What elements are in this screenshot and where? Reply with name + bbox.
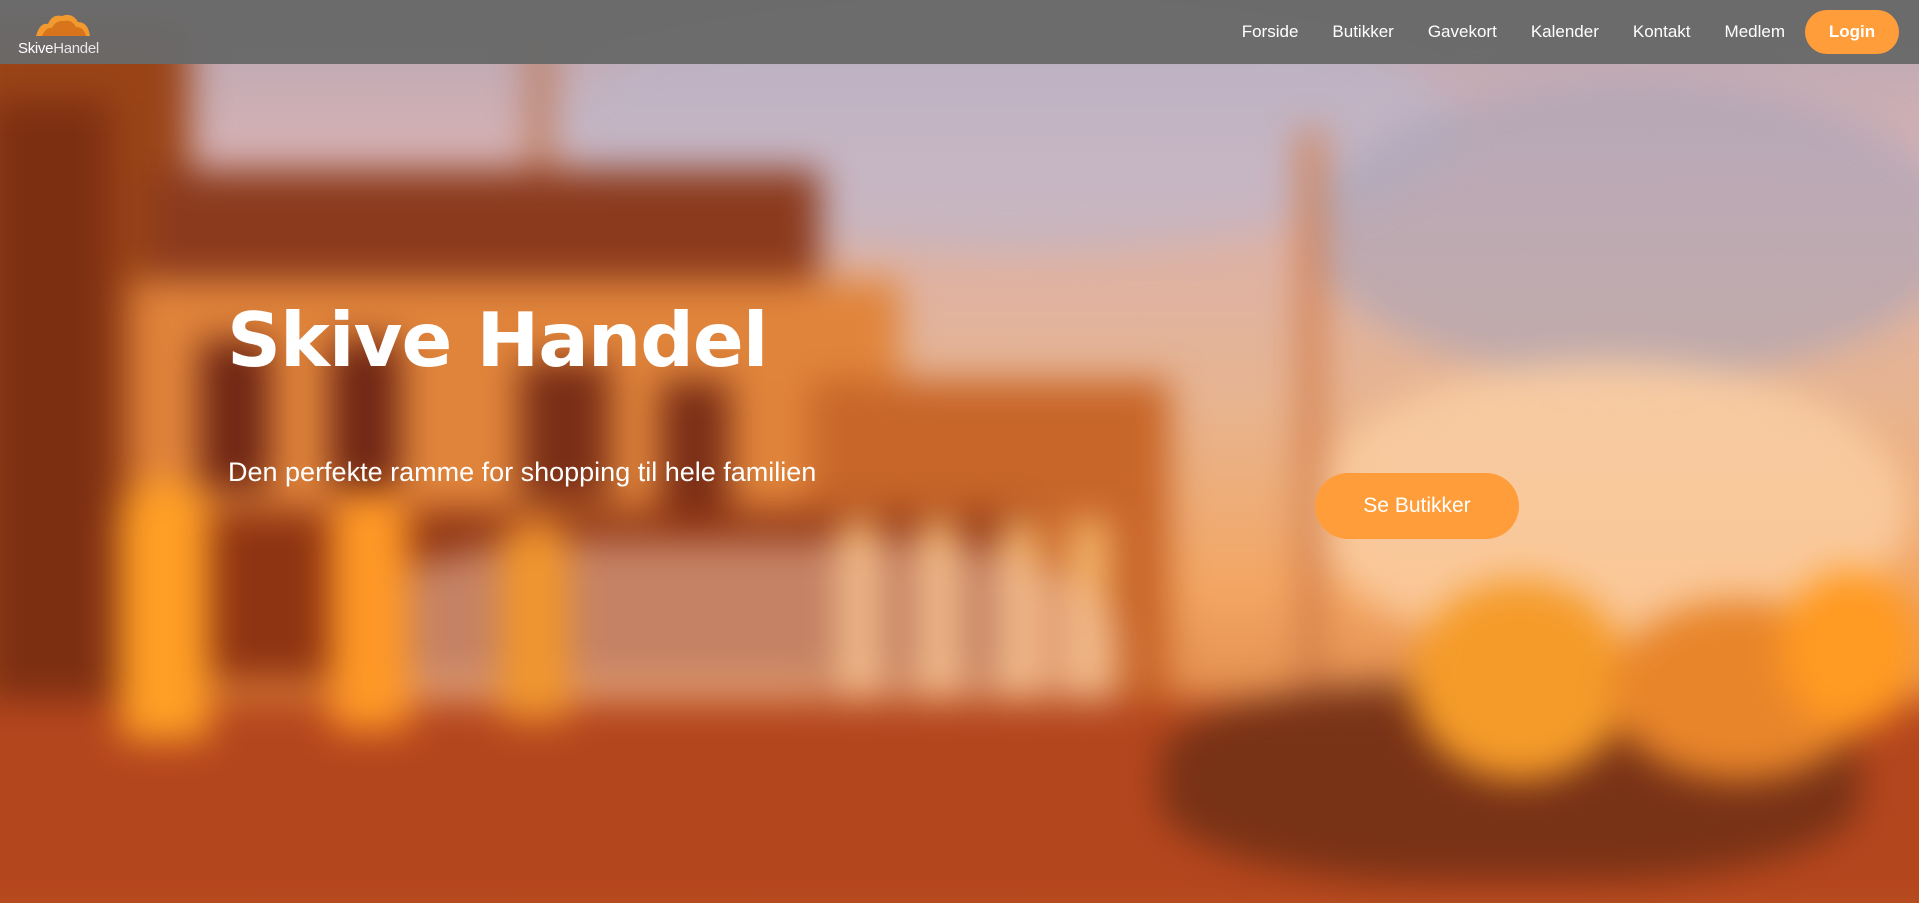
nav-link-kontakt[interactable]: Kontakt — [1633, 22, 1691, 42]
nav-link-gavekort[interactable]: Gavekort — [1428, 22, 1497, 42]
logo-text: SkiveHandel — [18, 40, 99, 57]
logo[interactable]: SkiveHandel — [18, 12, 108, 58]
nav-link-butikker[interactable]: Butikker — [1332, 22, 1393, 42]
login-button[interactable]: Login — [1805, 10, 1899, 54]
nav-links: Forside Butikker Gavekort Kalender Konta… — [1208, 0, 1899, 64]
nav-link-medlem[interactable]: Medlem — [1725, 22, 1785, 42]
see-shops-button[interactable]: Se Butikker — [1315, 473, 1519, 539]
logo-text-light: Handel — [53, 40, 99, 57]
nav-link-forside[interactable]: Forside — [1242, 22, 1299, 42]
nav-link-kalender[interactable]: Kalender — [1531, 22, 1599, 42]
logo-icon — [36, 14, 90, 36]
hero-subtitle: Den perfekte ramme for shopping til hele… — [228, 457, 817, 487]
navbar: SkiveHandel Forside Butikker Gavekort Ka… — [0, 0, 1919, 64]
logo-text-bold: Skive — [18, 40, 54, 57]
hero-background-image — [0, 0, 1919, 903]
hero-title: Skive Handel — [227, 296, 769, 384]
